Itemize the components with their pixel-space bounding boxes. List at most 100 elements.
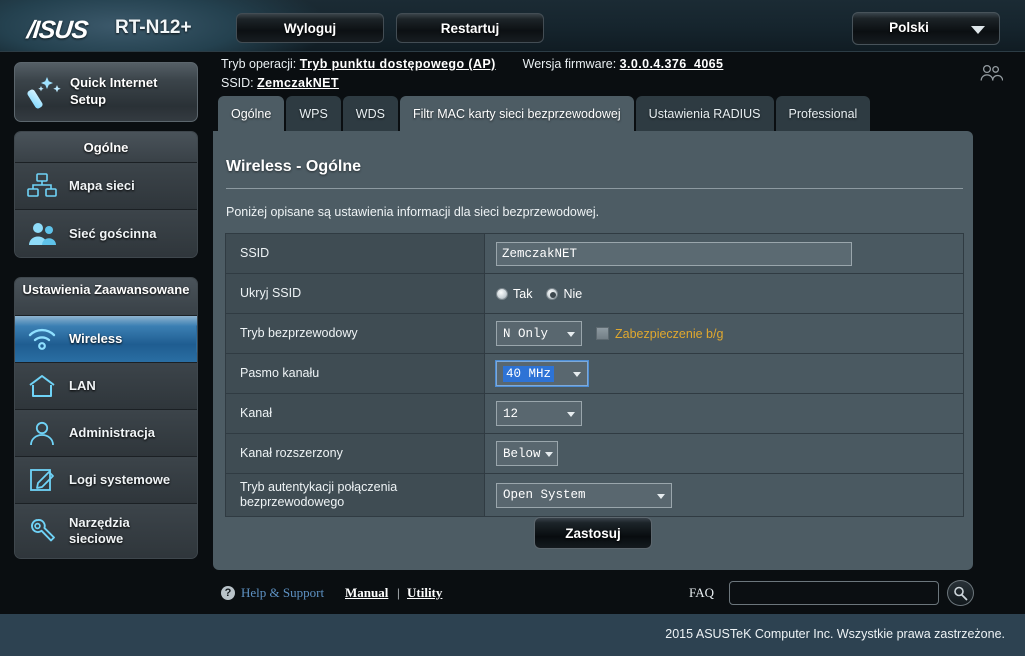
asus-logo: /ISUS	[25, 16, 89, 44]
row-label-bandwidth: Pasmo kanału	[226, 354, 485, 393]
tab-general[interactable]: Ogólne	[218, 96, 285, 131]
quick-internet-setup-button[interactable]: Quick Internet Setup	[14, 62, 198, 122]
row-label-wireless-mode: Tryb bezprzewodowy	[226, 314, 485, 353]
sidebar-item-guest-network[interactable]: Sieć gościnna	[15, 210, 197, 257]
faq-search-button[interactable]	[947, 580, 974, 606]
sidebar-item-wireless[interactable]: Wireless	[15, 316, 197, 363]
status-info-band: Tryb operacji: Tryb punktu dostępowego (…	[213, 52, 1025, 96]
ssid-input[interactable]	[496, 241, 852, 266]
connected-clients-icon[interactable]	[979, 64, 1003, 82]
apply-button[interactable]: Zastosuj	[534, 517, 652, 549]
hide-ssid-radio-no[interactable]: Nie	[546, 287, 582, 301]
radio-circle-icon	[496, 287, 508, 300]
panel-description: Poniżej opisane są ustawienia informacji…	[226, 205, 600, 219]
language-selector[interactable]: Polski	[852, 12, 1000, 45]
logout-button[interactable]: Wyloguj	[236, 13, 384, 43]
sidebar-group-general: Ogólne Mapa sieci Sieć gościnna	[14, 131, 198, 258]
row-value-wireless-mode: N Only Zabezpieczenie b/g	[485, 314, 963, 353]
hide-ssid-radio-no-label: Nie	[563, 286, 583, 301]
row-value-ssid	[485, 234, 963, 273]
table-row-hide-ssid: Ukryj SSID Tak Nie	[226, 274, 963, 314]
magic-wand-icon	[27, 77, 61, 109]
chevron-down-icon	[657, 493, 665, 499]
table-row-bandwidth: Pasmo kanału 40 MHz	[226, 354, 963, 394]
channel-bandwidth-select[interactable]: 40 MHz	[495, 360, 589, 387]
copyright-text: 2015 ASUSTeK Computer Inc. Wszystkie pra…	[665, 627, 1005, 641]
wireless-general-panel: Wireless - Ogólne Poniżej opisane są ust…	[213, 131, 973, 570]
bg-protection-label: Zabezpieczenie b/g	[615, 326, 724, 341]
operation-mode-value[interactable]: Tryb punktu dostępowego (AP)	[300, 57, 496, 71]
chevron-down-icon	[567, 332, 575, 337]
table-row-extension-channel: Kanał rozszerzony Below	[226, 434, 963, 474]
top-header-bar: /ISUS RT-N12+ Wyloguj Restartuj Polski	[0, 0, 1025, 52]
apply-button-row: Zastosuj	[213, 517, 973, 549]
sidebar-item-network-map[interactable]: Mapa sieci	[15, 163, 197, 210]
reboot-button[interactable]: Restartuj	[396, 13, 544, 43]
channel-select[interactable]: 12	[496, 401, 582, 426]
asus-router-admin-page: /ISUS RT-N12+ Wyloguj Restartuj Polski T…	[0, 0, 1025, 656]
table-row-auth-method: Tryb autentykacji połączenia bezprzewodo…	[226, 474, 963, 516]
bg-protection-checkbox[interactable]	[596, 327, 609, 340]
sidebar-group-general-title: Ogólne	[15, 132, 197, 163]
chevron-down-icon	[573, 372, 581, 377]
ssid-label: SSID:	[221, 76, 254, 90]
home-icon	[15, 373, 69, 399]
sidebar-item-administration-label: Administracja	[69, 425, 155, 440]
tab-wds[interactable]: WDS	[342, 96, 398, 131]
help-question-icon: ?	[221, 586, 235, 600]
quick-internet-setup-label: Quick Internet Setup	[70, 75, 158, 107]
operation-mode-label: Tryb operacji:	[221, 57, 297, 71]
row-label-ssid: SSID	[226, 234, 485, 273]
sidebar-item-network-tools-label: Narzędzia sieciowe	[69, 515, 130, 546]
auth-method-select[interactable]: Open System	[496, 482, 672, 508]
bg-protection-checkbox-wrap[interactable]: Zabezpieczenie b/g	[596, 327, 723, 341]
tab-mac-filter[interactable]: Filtr MAC karty sieci bezprzewodowej	[399, 96, 634, 131]
page-title: Wireless - Ogólne	[226, 158, 361, 175]
row-value-bandwidth: 40 MHz	[485, 354, 963, 393]
hide-ssid-radio-yes-label: Tak	[513, 286, 533, 301]
sidebar-item-system-log[interactable]: Logi systemowe	[15, 457, 197, 504]
footer-separator: |	[397, 585, 400, 600]
hide-ssid-radio-group: Tak Nie	[496, 287, 596, 301]
auth-method-select-value: Open System	[503, 488, 586, 502]
sidebar-group-advanced-title: Ustawienia Zaawansowane	[15, 278, 197, 316]
ssid-value[interactable]: ZemczakNET	[257, 76, 339, 90]
network-map-icon	[15, 173, 69, 199]
tab-wps[interactable]: WPS	[286, 96, 341, 131]
extension-channel-select[interactable]: Below	[496, 441, 558, 466]
utility-link[interactable]: Utility	[407, 585, 442, 601]
sidebar-item-network-tools[interactable]: Narzędzia sieciowe	[15, 504, 197, 558]
search-icon	[954, 586, 968, 600]
tab-professional[interactable]: Professional	[775, 96, 871, 131]
sidebar-item-administration[interactable]: Administracja	[15, 410, 197, 457]
firmware-version-value[interactable]: 3.0.0.4.376_4065	[620, 57, 724, 71]
wireless-mode-select-value: N Only	[503, 326, 549, 341]
help-support-label: Help & Support	[241, 585, 325, 600]
channel-select-value: 12	[503, 406, 519, 421]
sidebar-item-lan-label: LAN	[69, 378, 96, 393]
firmware-label: Wersja firmware:	[522, 57, 617, 71]
language-selector-label: Polski	[889, 20, 929, 35]
status-line-bottom: SSID: ZemczakNET	[221, 76, 339, 90]
row-value-channel: 12	[485, 394, 963, 433]
page-footer: ? Help & Support Manual | Utility FAQ	[213, 578, 1025, 614]
sidebar-item-system-log-label: Logi systemowe	[69, 472, 171, 487]
table-row-ssid: SSID	[226, 234, 963, 274]
table-row-channel: Kanał 12	[226, 394, 963, 434]
manual-link[interactable]: Manual	[345, 585, 388, 601]
guest-network-icon	[15, 221, 69, 247]
row-label-auth-method: Tryb autentykacji połączenia bezprzewodo…	[226, 474, 485, 516]
row-label-hide-ssid: Ukryj SSID	[226, 274, 485, 313]
router-model-name: RT-N12+	[115, 17, 192, 38]
faq-search-input[interactable]	[729, 581, 939, 605]
tab-radius-settings[interactable]: Ustawienia RADIUS	[635, 96, 774, 131]
hide-ssid-radio-yes[interactable]: Tak	[496, 287, 532, 301]
title-divider	[226, 188, 963, 189]
sidebar-item-lan[interactable]: LAN	[15, 363, 197, 410]
wireless-mode-select[interactable]: N Only	[496, 321, 582, 346]
extension-channel-select-value: Below	[503, 446, 541, 461]
copyright-bar: 2015 ASUSTeK Computer Inc. Wszystkie pra…	[0, 614, 1025, 656]
row-label-extension-channel: Kanał rozszerzony	[226, 434, 485, 473]
radio-circle-icon	[546, 287, 559, 300]
chevron-down-icon	[567, 412, 575, 417]
